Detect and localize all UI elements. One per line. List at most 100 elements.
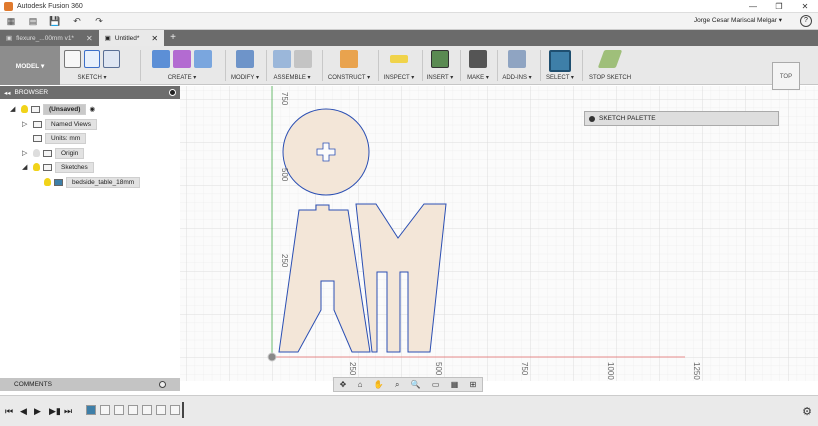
- activate-radio-icon[interactable]: ◉: [89, 105, 95, 113]
- assemble-group[interactable]: ASSEMBLE ▾: [266, 46, 318, 85]
- look-at-icon[interactable]: ⌂: [358, 380, 363, 389]
- create-label: CREATE ▾: [167, 75, 197, 81]
- step-forward-icon[interactable]: ▶▮: [49, 406, 61, 417]
- play-icon[interactable]: ▶: [34, 406, 41, 417]
- visibility-bulb-icon[interactable]: [44, 178, 51, 186]
- viewports-icon[interactable]: ⊞: [470, 380, 477, 389]
- root-label: (Unsaved): [43, 103, 87, 115]
- folder-icon: [33, 120, 42, 128]
- display-settings-icon[interactable]: ▭: [432, 380, 440, 389]
- timeline-feature-icon[interactable]: [114, 405, 124, 415]
- stop-sketch-icon[interactable]: [597, 50, 623, 68]
- sketch-group[interactable]: SKETCH ▾: [64, 46, 121, 85]
- axis-tick-label: 750: [280, 92, 289, 106]
- make-group[interactable]: MAKE ▾: [460, 46, 496, 85]
- user-account-menu[interactable]: Jorge Cesar Mariscal Melgar ▾: [694, 16, 782, 24]
- workspace-switcher[interactable]: MODEL ▾: [0, 46, 60, 85]
- axis-tick-label: 250: [348, 362, 357, 376]
- data-panel-grid-icon[interactable]: ▦: [0, 13, 22, 30]
- browser-header[interactable]: ◂◂ BROWSER: [0, 86, 180, 99]
- tree-root[interactable]: ◢ (Unsaved) ◉: [10, 103, 95, 115]
- tree-item-origin[interactable]: ▷ Origin: [22, 147, 85, 159]
- select-cursor-icon[interactable]: [549, 50, 571, 72]
- comments-panel[interactable]: COMMENTS: [0, 378, 180, 391]
- stop-sketch-group[interactable]: STOP SKETCH: [584, 46, 636, 85]
- timeline-feature-icon[interactable]: [142, 405, 152, 415]
- grid-settings-icon[interactable]: ▦: [451, 380, 459, 389]
- line-tool-icon[interactable]: [83, 50, 101, 68]
- timeline-sketch-icon[interactable]: [86, 405, 96, 415]
- view-cube[interactable]: TOP: [772, 62, 800, 90]
- timeline-feature-icon[interactable]: [170, 405, 180, 415]
- offset-plane-icon[interactable]: [340, 50, 358, 68]
- go-to-end-icon[interactable]: ⏭: [64, 406, 72, 417]
- gear-icon[interactable]: ⚙: [802, 405, 812, 418]
- add-ins-group[interactable]: ADD-INS ▾: [497, 46, 537, 85]
- orbit-icon[interactable]: ✥: [340, 380, 347, 389]
- close-tab-icon[interactable]: ✕: [151, 34, 158, 43]
- visibility-bulb-icon[interactable]: [21, 105, 28, 113]
- expand-arrow-icon[interactable]: ▷: [22, 149, 30, 157]
- timeline-marker[interactable]: [182, 402, 184, 418]
- form-icon[interactable]: [173, 50, 191, 68]
- insert-image-icon[interactable]: [431, 50, 449, 68]
- modify-group[interactable]: MODIFY ▾: [225, 46, 265, 85]
- 3d-print-icon[interactable]: [469, 50, 487, 68]
- create-group[interactable]: CREATE ▾: [142, 46, 222, 85]
- joint-icon[interactable]: [293, 50, 312, 68]
- insert-group[interactable]: INSERT ▾: [422, 46, 458, 85]
- expand-palette-icon[interactable]: [589, 115, 595, 122]
- tab-untitled[interactable]: ▣ Untitled* ✕: [98, 30, 165, 46]
- press-pull-icon[interactable]: [236, 50, 254, 68]
- tree-item-units[interactable]: Units: mm: [22, 132, 87, 144]
- close-tab-icon[interactable]: ✕: [86, 34, 93, 43]
- major-grid: [180, 86, 818, 381]
- component-icon[interactable]: [272, 50, 291, 68]
- collapse-arrow-icon[interactable]: ◂◂: [4, 89, 11, 97]
- box-icon[interactable]: [194, 50, 212, 68]
- timeline-feature-icon[interactable]: [100, 405, 110, 415]
- rectangle-tool-icon[interactable]: [103, 50, 121, 68]
- visibility-bulb-icon[interactable]: [33, 149, 40, 157]
- measure-icon[interactable]: [390, 55, 408, 63]
- close-button[interactable]: ✕: [792, 0, 818, 13]
- redo-icon[interactable]: ↷: [88, 13, 110, 30]
- select-group[interactable]: SELECT ▾: [540, 46, 580, 85]
- construct-group[interactable]: CONSTRUCT ▾: [322, 46, 376, 85]
- tab-label: Untitled*: [114, 34, 140, 42]
- go-to-start-icon[interactable]: ⏮: [5, 406, 13, 417]
- maximize-button[interactable]: ❐: [766, 0, 792, 13]
- zoom-icon[interactable]: ⌕: [395, 380, 399, 390]
- minimize-button[interactable]: —: [740, 0, 766, 13]
- timeline-feature-icon[interactable]: [156, 405, 166, 415]
- add-comment-icon[interactable]: [159, 381, 166, 388]
- help-icon[interactable]: ?: [800, 15, 812, 27]
- tree-item-named-views[interactable]: ▷ Named Views: [22, 118, 97, 130]
- create-sketch-icon[interactable]: [64, 50, 81, 68]
- step-back-icon[interactable]: ◀: [20, 406, 27, 417]
- tree-item-sketches[interactable]: ◢ Sketches: [22, 161, 94, 173]
- menu-bar: ▦ ▤ 💾 ↶ ↷ Jorge Cesar Mariscal Melgar ▾ …: [0, 13, 818, 30]
- save-icon[interactable]: 💾: [44, 13, 66, 30]
- tree-item-label: Sketches: [55, 161, 94, 173]
- file-menu-icon[interactable]: ▤: [22, 13, 44, 30]
- origin-icon[interactable]: [267, 352, 277, 362]
- inspect-group[interactable]: INSPECT ▾: [378, 46, 420, 85]
- sketch-palette[interactable]: SKETCH PALETTE: [584, 111, 779, 126]
- visibility-bulb-icon[interactable]: [33, 163, 40, 171]
- select-label: SELECT ▾: [546, 75, 574, 81]
- timeline-feature-icon[interactable]: [128, 405, 138, 415]
- pan-icon[interactable]: ✋: [374, 380, 384, 389]
- undo-icon[interactable]: ↶: [66, 13, 88, 30]
- design-canvas[interactable]: 750 500 250 250 500 750 1000 1250: [180, 86, 818, 381]
- expand-arrow-icon[interactable]: ◢: [22, 163, 30, 171]
- tree-item-sketch[interactable]: bedside_table_18mm: [44, 176, 141, 188]
- new-tab-plus-icon[interactable]: +: [164, 30, 182, 46]
- expand-arrow-icon[interactable]: ◢: [10, 105, 18, 113]
- scripts-icon[interactable]: [508, 50, 526, 68]
- extrude-icon[interactable]: [152, 50, 170, 68]
- tab-flexure[interactable]: ▣ flexure_...00mm v1* ✕: [0, 30, 99, 46]
- expand-arrow-icon[interactable]: ▷: [22, 120, 30, 128]
- panel-pin-icon[interactable]: [169, 89, 176, 96]
- fit-icon[interactable]: 🔍: [411, 380, 421, 389]
